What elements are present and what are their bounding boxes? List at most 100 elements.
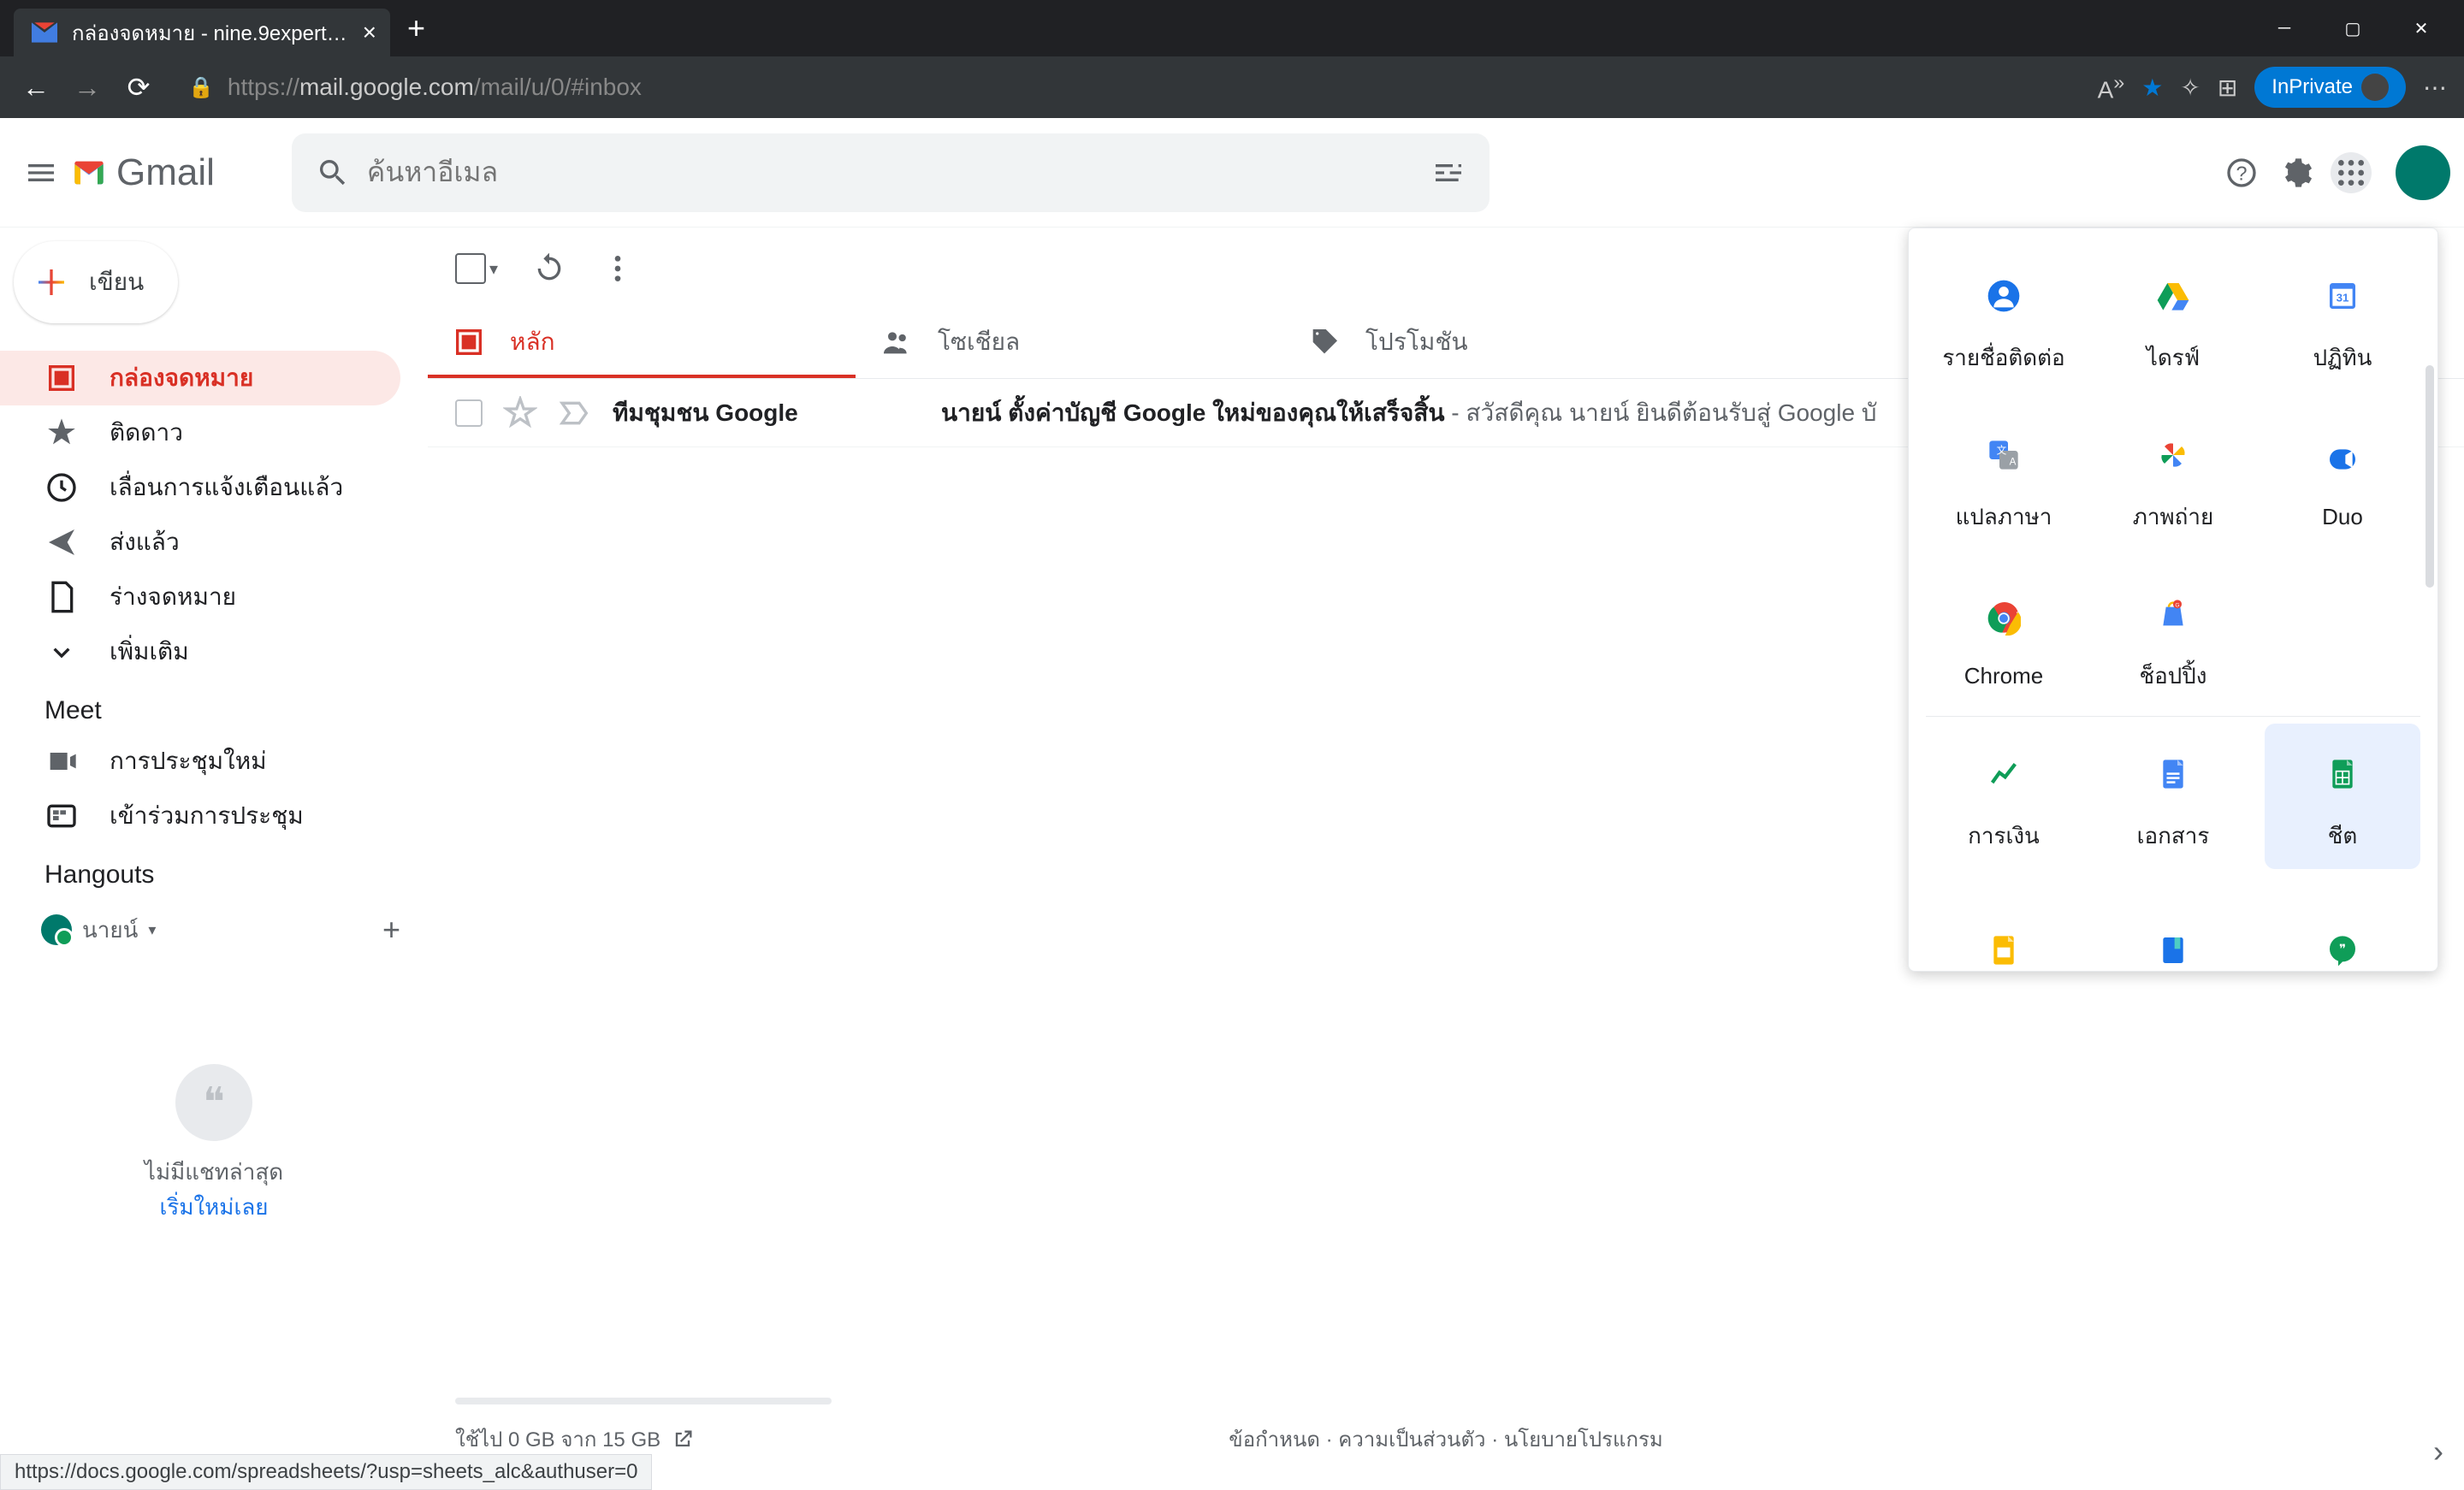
star-icon[interactable] — [503, 396, 537, 430]
calendar-icon: 31 — [2308, 262, 2377, 330]
sidebar-icon — [44, 635, 79, 669]
app-label: ปฏิทิน — [2313, 340, 2372, 375]
collections-icon[interactable]: ⊞ — [2218, 74, 2237, 102]
minimize-button[interactable]: ─ — [2267, 11, 2301, 45]
important-icon[interactable] — [558, 396, 592, 430]
sidebar-item-2[interactable]: เลื่อนการแจ้งเตือนแล้ว — [0, 460, 400, 515]
sidebar-item-0[interactable]: กล่องจดหมาย — [0, 351, 400, 405]
app-contacts[interactable]: รายชื่อติดต่อ — [1926, 245, 2082, 391]
policies-link[interactable]: นโยบายโปรแกรม — [1504, 1428, 1663, 1452]
new-tab-button[interactable]: + — [407, 10, 425, 46]
app-drive[interactable]: ไดรฟ์ — [2095, 245, 2251, 391]
empty-chat-text: ไม่มีแชทล่าสุด — [0, 1155, 428, 1190]
app-duo[interactable]: Duo — [2265, 405, 2420, 550]
sidebar-item-1[interactable]: ติดดาว — [0, 405, 400, 460]
more-button[interactable] — [601, 251, 635, 286]
app-hangouts[interactable]: ❞ — [2265, 883, 2420, 972]
apps-scrollbar[interactable] — [2426, 237, 2434, 962]
app-label: ภาพถ่าย — [2133, 500, 2213, 535]
meet-item-1[interactable]: เข้าร่วมการประชุม — [0, 789, 400, 843]
forward-button[interactable]: → — [68, 72, 106, 103]
url-text: https://mail.google.com/mail/u/0/#inbox — [228, 74, 642, 101]
gmail-header: Gmail ? — [0, 118, 2464, 228]
hangouts-add-button[interactable]: + — [382, 912, 400, 948]
lock-icon[interactable]: 🔒 — [188, 75, 214, 100]
privacy-link[interactable]: ความเป็นส่วนตัว — [1338, 1428, 1485, 1452]
search-input[interactable] — [367, 157, 1414, 188]
mail-checkbox[interactable] — [455, 399, 483, 427]
hangouts-section-title: Hangouts — [0, 843, 428, 898]
gmail-logo-icon — [72, 156, 106, 190]
shopping-icon: G — [2139, 580, 2207, 648]
app-label: ไดรฟ์ — [2147, 340, 2200, 375]
app-photos[interactable]: ภาพถ่าย — [2095, 405, 2251, 550]
window-controls: ─ ▢ ✕ — [2267, 11, 2464, 45]
app-sheets[interactable]: ชีต — [2265, 724, 2420, 869]
app-books[interactable] — [2095, 883, 2251, 972]
browser-tab[interactable]: กล่องจดหมาย - nine.9expert@gm... × — [14, 9, 390, 56]
sidebar-icon — [44, 361, 79, 395]
meet-icon — [44, 744, 79, 778]
app-docs[interactable]: เอกสาร — [2095, 724, 2251, 869]
refresh-button[interactable] — [532, 251, 566, 286]
checkbox-icon — [455, 253, 486, 284]
close-button[interactable]: ✕ — [2404, 11, 2438, 45]
gmail-logo[interactable]: Gmail — [72, 151, 215, 194]
select-all-checkbox[interactable]: ▾ — [455, 253, 498, 284]
app-finance[interactable]: การเงิน — [1926, 724, 2082, 869]
app-label: เอกสาร — [2137, 819, 2210, 854]
favorite-icon[interactable]: ★ — [2141, 74, 2163, 102]
account-avatar[interactable] — [2396, 145, 2450, 200]
tab-close-icon[interactable]: × — [363, 19, 376, 46]
app-calendar[interactable]: 31 ปฏิทิน — [2265, 245, 2420, 391]
side-panel-toggle[interactable]: › — [2433, 1434, 2443, 1469]
empty-chat-placeholder: ❝ ไม่มีแชทล่าสุด เริ่มใหม่เลย — [0, 1064, 428, 1225]
tab-2[interactable]: โปรโมชัน — [1283, 310, 1711, 378]
terms-link[interactable]: ข้อกำหนด — [1229, 1428, 1320, 1452]
app-chrome[interactable]: Chrome — [1926, 564, 2082, 709]
search-bar[interactable] — [292, 133, 1490, 212]
svg-text:❞: ❞ — [2339, 942, 2346, 956]
status-bar: https://docs.google.com/spreadsheets/?us… — [0, 1454, 652, 1490]
sidebar-item-5[interactable]: เพิ่มเติม — [0, 624, 400, 679]
hangouts-user-row[interactable]: นายน์ ▾ + — [0, 898, 428, 961]
support-button[interactable]: ? — [2221, 152, 2262, 193]
duo-icon — [2308, 425, 2377, 494]
finance-icon — [1969, 740, 2038, 808]
search-options-icon[interactable] — [1431, 156, 1466, 190]
profile-avatar-icon — [2361, 74, 2389, 101]
favorites-bar-icon[interactable]: ✧ — [2180, 74, 2200, 102]
tab-1[interactable]: โซเชียล — [856, 310, 1283, 378]
meet-item-0[interactable]: การประชุมใหม่ — [0, 734, 400, 789]
browser-menu-icon[interactable]: ⋯ — [2423, 74, 2447, 102]
settings-button[interactable] — [2276, 152, 2317, 193]
sidebar-item-4[interactable]: ร่างจดหมาย — [0, 570, 400, 624]
refresh-button[interactable]: ⟳ — [120, 71, 157, 103]
sidebar-item-3[interactable]: ส่งแล้ว — [0, 515, 400, 570]
svg-text:?: ? — [2236, 162, 2248, 184]
back-button[interactable]: ← — [17, 72, 55, 103]
tab-0[interactable]: หลัก — [428, 310, 856, 378]
inprivate-badge[interactable]: InPrivate — [2254, 67, 2406, 108]
app-translate[interactable]: 文Aแปลภาษา — [1926, 405, 2082, 550]
maximize-button[interactable]: ▢ — [2336, 11, 2370, 45]
apps-button[interactable] — [2331, 152, 2372, 193]
app-slides[interactable] — [1926, 883, 2082, 972]
app-label: การเงิน — [1968, 819, 2040, 854]
read-aloud-icon[interactable]: A» — [2098, 71, 2125, 103]
url-bar[interactable]: 🔒 https://mail.google.com/mail/u/0/#inbo… — [188, 74, 2084, 101]
app-shopping[interactable]: G ช็อปปิ้ง — [2095, 564, 2251, 709]
compose-button[interactable]: เขียน — [14, 241, 178, 323]
gmail-logo-text: Gmail — [116, 151, 215, 194]
app-label: Duo — [2322, 504, 2363, 530]
app-label: ช็อปปิ้ง — [2140, 659, 2207, 694]
apps-divider — [1926, 716, 2420, 717]
main-menu-button[interactable] — [21, 152, 62, 193]
chevron-down-icon[interactable]: ▾ — [489, 258, 498, 280]
tab-icon — [452, 325, 486, 359]
start-new-chat-link[interactable]: เริ่มใหม่เลย — [0, 1190, 428, 1225]
open-external-icon[interactable] — [671, 1428, 695, 1452]
translate-icon: 文A — [1969, 421, 2038, 489]
sidebar-icon — [44, 525, 79, 559]
docs-icon — [2139, 740, 2207, 808]
